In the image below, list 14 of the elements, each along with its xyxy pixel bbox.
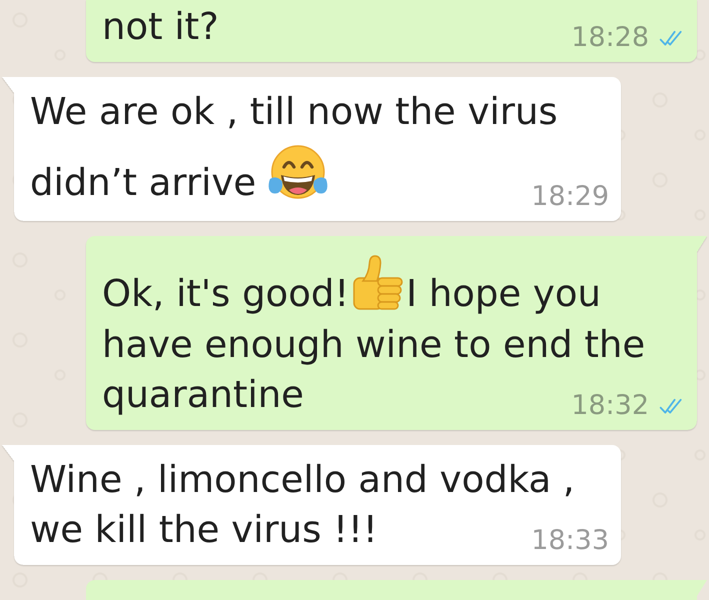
message-text: quarantine	[102, 373, 304, 416]
message-time: 18:28	[571, 23, 649, 53]
message-time: 18:33	[531, 526, 609, 556]
message-text: have enough wine to end the	[102, 323, 646, 366]
message-text: we kill the virus !!!	[30, 508, 378, 551]
message-text: I hope you	[406, 272, 601, 315]
message-text: Wine , limoncello and vodka ,	[30, 458, 575, 501]
message-time: 18:29	[531, 182, 609, 212]
message-text: Ok, it's good!	[102, 272, 350, 315]
message-text: didn’t arrive	[30, 161, 256, 204]
message-text: We are ok , till now the virus	[30, 90, 558, 133]
message-time: 18:32	[571, 391, 649, 421]
message-text: not it?	[102, 5, 219, 48]
thumbs-up-icon	[351, 254, 404, 311]
